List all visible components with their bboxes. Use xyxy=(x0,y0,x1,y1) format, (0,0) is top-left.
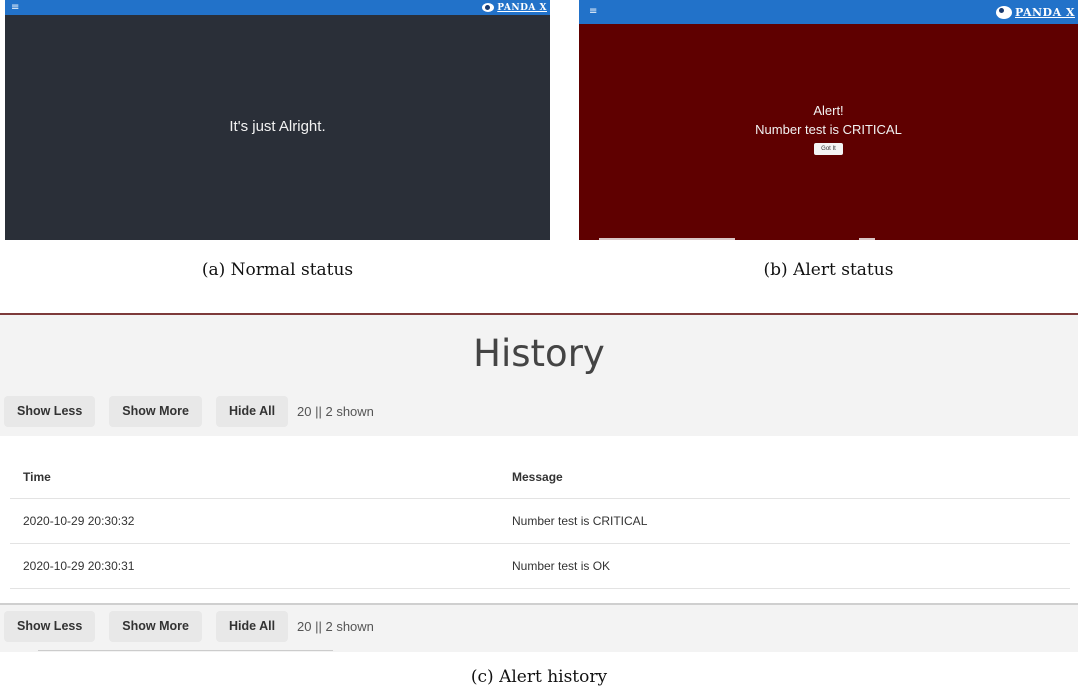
alert-status-screen: ≡ PANDA X Alert! Number test is CRITICAL… xyxy=(579,0,1078,240)
status-message: It's just Alright. xyxy=(229,118,326,135)
hamburger-menu-icon[interactable]: ≡ xyxy=(589,7,597,17)
shown-count: 20 || 2 shown xyxy=(297,404,374,419)
column-header-message: Message xyxy=(512,470,563,484)
hide-all-button[interactable]: Hide All xyxy=(215,611,289,642)
hide-all-button[interactable]: Hide All xyxy=(215,396,289,427)
shown-count: 20 || 2 shown xyxy=(297,619,374,634)
panda-x-logo: PANDA X xyxy=(482,3,547,13)
caption-alert-status: (b) Alert status xyxy=(763,260,894,280)
alert-box: Alert! Number test is CRITICAL Got It xyxy=(579,103,1078,155)
history-controls-bottom: Show Less Show More Hide All 20 || 2 sho… xyxy=(4,611,374,642)
alert-title: Alert! xyxy=(813,103,844,118)
show-less-button[interactable]: Show Less xyxy=(4,396,96,427)
alert-message: Number test is CRITICAL xyxy=(755,122,902,137)
table-header-row: Time Message xyxy=(10,456,1070,499)
show-more-button[interactable]: Show More xyxy=(109,611,202,642)
logo-text: PANDA X xyxy=(497,2,547,13)
panda-logo-icon xyxy=(996,5,1012,19)
row-message: Number test is OK xyxy=(512,558,611,573)
top-bar: ≡ PANDA X xyxy=(5,0,550,15)
row-time: 2020-10-29 20:30:31 xyxy=(23,558,135,573)
table-row: 2020-10-29 20:30:31 Number test is OK xyxy=(10,543,1070,589)
got-it-button[interactable]: Got It xyxy=(814,143,843,155)
logo-text: PANDA X xyxy=(1015,5,1075,19)
panda-x-logo: PANDA X xyxy=(996,5,1075,19)
alert-footer-bar xyxy=(599,238,735,240)
row-message: Number test is CRITICAL xyxy=(512,513,648,528)
caption-normal-status: (a) Normal status xyxy=(201,260,354,280)
panda-logo-icon xyxy=(482,3,495,12)
hamburger-menu-icon[interactable]: ≡ xyxy=(11,2,19,13)
table-row: 2020-10-29 20:30:32 Number test is CRITI… xyxy=(10,498,1070,544)
alert-footer-bar xyxy=(859,238,875,240)
row-time: 2020-10-29 20:30:32 xyxy=(23,513,135,528)
history-controls-top: Show Less Show More Hide All 20 || 2 sho… xyxy=(4,396,374,427)
history-top-border xyxy=(0,313,1078,315)
history-title: History xyxy=(473,332,605,375)
show-more-button[interactable]: Show More xyxy=(109,396,202,427)
normal-status-screen: ≡ PANDA X It's just Alright. xyxy=(5,0,550,240)
caption-alert-history: (c) Alert history xyxy=(470,667,608,687)
top-bar: ≡ PANDA X xyxy=(579,0,1078,24)
show-less-button[interactable]: Show Less xyxy=(4,611,96,642)
history-table: Time Message 2020-10-29 20:30:32 Number … xyxy=(0,436,1078,603)
bottom-divider xyxy=(38,650,333,651)
column-header-time: Time xyxy=(23,470,51,484)
